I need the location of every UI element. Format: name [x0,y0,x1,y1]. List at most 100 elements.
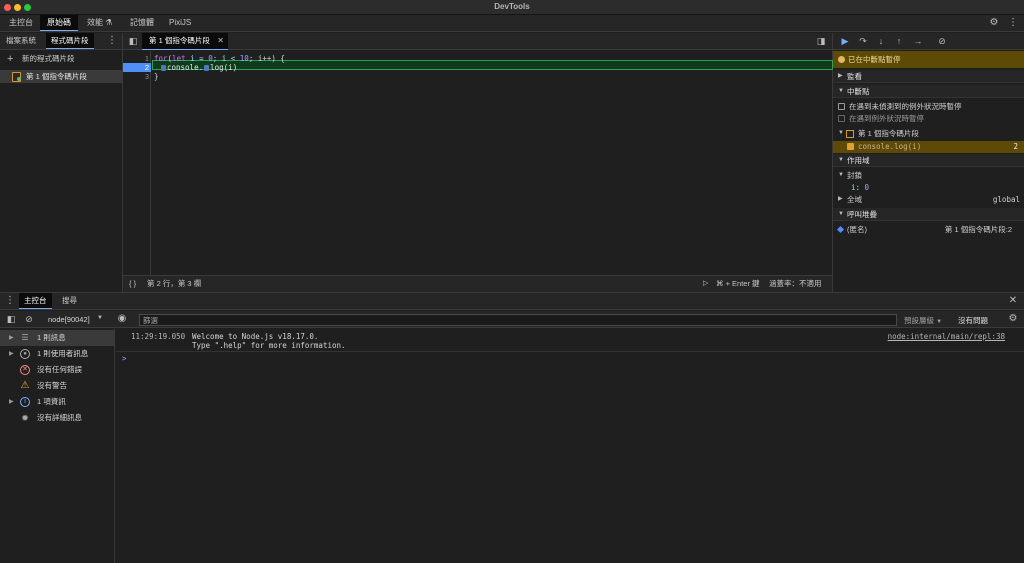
expanded-triangle-icon: ▼ [838,172,844,178]
resume-icon[interactable]: ▶︎ [838,35,852,48]
section-breakpoints[interactable]: ▼ 中斷點 [833,85,1024,98]
close-drawer-icon[interactable]: ✕ [1007,295,1019,307]
tab-pixijs[interactable]: PixiJS [162,15,198,31]
snippet-item[interactable]: 第 1 個指令碼片段 [0,70,122,83]
inline-breakpoint-marker[interactable] [161,65,166,71]
new-snippet-label: 新的程式碼片段 [22,54,75,63]
scope-global-label: 全域 [847,195,862,204]
log-message-line-2: Type ".help" for more information. [192,341,346,350]
log-levels-dropdown[interactable]: 預設層級 ▼ [904,315,942,326]
sidebar-item-errors[interactable]: ✕ 沒有任何錯誤 [0,362,114,378]
tab-sources[interactable]: 原始碼 [40,15,78,31]
scope-block-row[interactable]: ▼ 封鎖 [833,170,1024,181]
tab-filesystem[interactable]: 檔案系統 [1,33,41,49]
warning-icon: ⚠ [20,380,30,391]
info-icon: i [20,397,30,407]
code-line-1: for(let i = 0; i < 10; i++) { [154,54,285,63]
snippet-file-icon [12,72,21,82]
sidebar-item-user-messages[interactable]: ▶ ● 1 則使用者訊息 [0,346,114,362]
collapsed-triangle-icon: ▶ [838,73,843,79]
console-settings-gear-icon[interactable]: ⚙ [1007,313,1019,325]
section-breakpoints-label: 中斷點 [847,87,870,96]
deactivate-breakpoints-icon[interactable]: ⊘ [935,35,949,48]
sidebar-item-warnings[interactable]: ⚠ 沒有警告 [0,378,114,394]
collapsed-triangle-icon: ▶ [838,196,843,202]
pause-caught-checkbox[interactable] [838,115,845,122]
close-tab-icon[interactable]: ✕ [217,33,224,49]
toggle-navigator-icon[interactable]: ◧ [127,35,139,47]
console-sidebar: ▶ ☰ 1 則訊息 ▶ ● 1 則使用者訊息 ✕ 沒有任何錯誤 ⚠ 沒有警告 ▶… [0,329,115,563]
scope-variable-row[interactable]: i: 0 [833,182,1024,193]
live-expression-eye-icon[interactable]: ◉ [116,313,128,325]
error-icon: ✕ [20,365,30,375]
log-timestamp: 11:29:19.050 [131,332,186,341]
line-number[interactable]: 1 [123,54,149,63]
drawer-tab-search[interactable]: 搜尋 [57,293,82,309]
drawer-tab-console[interactable]: 主控台 [19,293,52,309]
toggle-debugger-icon[interactable]: ◨ [815,35,827,47]
tab-memory[interactable]: 記憶體 [123,15,161,31]
step-over-icon[interactable]: ↷ [856,35,870,48]
coverage-status: 涵蓋率：不適用 [769,279,822,288]
section-scope[interactable]: ▼ 作用域 [833,154,1024,167]
log-source-link[interactable]: node:internal/main/repl:38 [888,332,1005,341]
user-icon: ● [20,349,30,359]
step-into-icon[interactable]: ↓ [874,35,888,48]
toggle-sidebar-icon[interactable]: ◧ [5,313,17,325]
scope-global-row[interactable]: ▶ 全域 global [833,194,1024,205]
sidebar-item-verbose[interactable]: ✹ 沒有詳細訊息 [0,410,114,426]
breakpoint-file-row[interactable]: ▼ 第 1 個指令碼片段 [833,128,1024,139]
code-area[interactable]: for(let i = 0; i < 10; i++) { console. lo… [152,51,833,275]
editor-tab-snippet[interactable]: 第 1 個指令碼片段 ✕ [142,33,228,50]
context-selector[interactable]: node[90042] [48,315,90,324]
code-editor-pane: ◧ 第 1 個指令碼片段 ✕ ◨ 1 2 3 for(let i = 0; i … [123,33,833,292]
console-filter-input[interactable] [139,314,897,326]
pretty-print-button[interactable]: { } [129,276,136,292]
tab-snippets[interactable]: 程式碼片段 [46,33,94,49]
call-frame-location[interactable]: 第 1 個指令碼片段:2 [945,224,1012,235]
scope-global-value: global [992,195,1020,204]
line-number-breakpoint[interactable]: 2 [123,63,151,72]
scope-block-label: 封鎖 [847,171,862,180]
more-options-icon[interactable]: ⋮ [1007,17,1019,29]
console-output[interactable]: 11:29:19.050 Welcome to Node.js v18.17.0… [116,329,1024,563]
section-watch[interactable]: ▶ 監看 [833,70,1024,83]
step-icon[interactable]: → [911,35,925,48]
sidebar-item-label: 沒有警告 [37,381,67,390]
chevron-down-icon: ▼ [936,319,943,325]
current-frame-icon [836,225,845,234]
sidebar-item-label: 沒有任何錯誤 [37,365,82,374]
sidebar-item-messages[interactable]: ▶ ☰ 1 則訊息 [0,330,114,346]
editor-tab-bar: ◧ 第 1 個指令碼片段 ✕ ◨ [123,33,832,50]
snippet-file-icon [846,130,854,138]
inline-breakpoint-marker[interactable] [204,65,210,71]
run-snippet-icon[interactable]: ▷ [703,276,708,292]
pause-uncaught-checkbox[interactable] [838,103,845,110]
pause-caught-label: 在遇到例外狀況時暫停 [849,114,924,123]
issues-button[interactable]: 沒有問題 [958,315,988,326]
tab-performance[interactable]: 效能 ⚗ [80,15,119,31]
sidebar-item-info[interactable]: ▶ i 1 項資訊 [0,394,114,410]
breakpoint-checkbox[interactable] [847,143,854,150]
drawer-more-icon[interactable]: ⋮ [4,295,16,307]
pause-caught-row[interactable]: 在遇到例外狀況時暫停 [833,113,1024,124]
clear-console-icon[interactable]: ⊘ [23,313,35,325]
snippet-item-label: 第 1 個指令碼片段 [26,72,87,81]
debugger-toolbar: ▶︎ ↷ ↓ ↑ → ⊘ [833,33,1024,50]
sidebar-item-label: 沒有詳細訊息 [37,413,82,422]
line-number[interactable]: 3 [123,72,149,81]
section-call-stack[interactable]: ▼ 呼叫堆疊 [833,208,1024,221]
chevron-down-icon[interactable]: ▼ [97,315,103,321]
navigator-more-icon[interactable]: ⋮ [106,35,118,47]
settings-gear-icon[interactable]: ⚙ [988,17,1000,29]
step-out-icon[interactable]: ↑ [892,35,906,48]
line-number-gutter[interactable]: 1 2 3 [123,51,151,275]
drawer-tab-bar: ⋮ 主控台 搜尋 ✕ [0,293,1024,310]
console-prompt[interactable]: > [122,354,127,363]
pause-uncaught-row[interactable]: 在遇到未偵測到的例外狀況時暫停 [833,101,1024,112]
tab-console[interactable]: 主控台 [2,15,40,31]
call-frame[interactable]: (匿名) 第 1 個指令碼片段:2 [833,224,1024,235]
paused-banner: 已在中斷點暫停 [833,51,1024,68]
new-snippet-button[interactable]: + 新的程式碼片段 [0,52,122,66]
breakpoint-item[interactable]: console.log(i) 2 [833,141,1024,153]
